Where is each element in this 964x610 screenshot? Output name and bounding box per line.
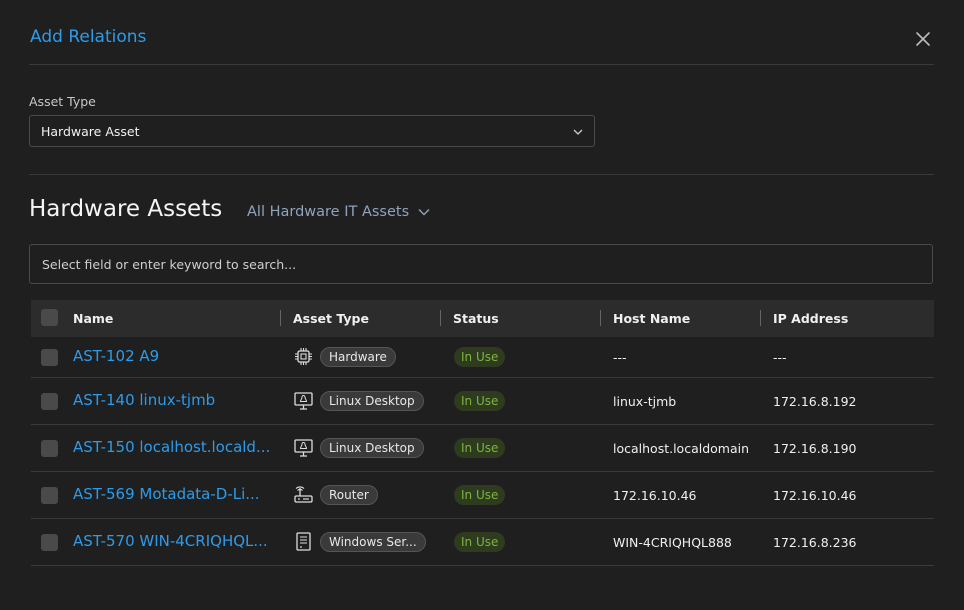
asset-type-cell: Windows Ser...: [293, 531, 426, 552]
ip-address-cell: ---: [773, 350, 787, 365]
row-checkbox[interactable]: [41, 534, 58, 551]
chevron-down-icon: [573, 129, 583, 135]
server-icon: [296, 532, 311, 551]
asset-type-chip: Router: [320, 484, 378, 505]
asset-name-link[interactable]: AST-102 A9: [73, 347, 159, 365]
ip-address-cell: 172.16.10.46: [773, 488, 857, 503]
row-checkbox[interactable]: [41, 487, 58, 504]
asset-type-label: Asset Type: [29, 94, 96, 109]
status-badge: In Use: [454, 347, 506, 367]
filter-label: All Hardware IT Assets: [247, 204, 410, 220]
column-separator[interactable]: [440, 310, 441, 326]
linux-desktop-icon: [294, 392, 313, 410]
asset-name-link[interactable]: AST-570 WIN-4CRIQHQL...: [73, 532, 268, 550]
close-icon[interactable]: [914, 30, 932, 48]
host-name-cell: ---: [613, 350, 627, 365]
table-row[interactable]: AST-569 Motadata-D-Li... Router In Use 1…: [31, 472, 934, 519]
table-header: Name Asset Type Status Host Name IP Addr…: [31, 300, 934, 337]
asset-type-chip: Hardware: [320, 346, 396, 367]
column-separator[interactable]: [600, 310, 601, 326]
search-box[interactable]: [29, 244, 933, 284]
ip-address-cell: 172.16.8.236: [773, 535, 857, 550]
asset-type-cell: Router: [293, 484, 378, 505]
section-title: Hardware Assets: [29, 196, 223, 222]
row-checkbox[interactable]: [41, 440, 58, 457]
column-separator[interactable]: [280, 310, 281, 326]
status-badge: In Use: [454, 438, 506, 458]
asset-type-cell: Linux Desktop: [293, 390, 424, 411]
header-ip-address[interactable]: IP Address: [773, 311, 848, 326]
table-row[interactable]: AST-570 WIN-4CRIQHQL... Windows Ser... I…: [31, 519, 934, 566]
asset-name-link[interactable]: AST-150 localhost.locald...: [73, 438, 270, 456]
host-name-cell: localhost.localdomain: [613, 441, 750, 456]
row-checkbox[interactable]: [41, 349, 58, 366]
select-all-checkbox[interactable]: [41, 309, 58, 326]
header-status[interactable]: Status: [453, 311, 499, 326]
router-icon: [294, 486, 313, 503]
asset-type-chip: Windows Ser...: [320, 531, 426, 552]
host-name-cell: linux-tjmb: [613, 394, 677, 409]
header-host-name[interactable]: Host Name: [613, 311, 690, 326]
header-asset-type[interactable]: Asset Type: [293, 311, 369, 326]
chip-icon: [295, 348, 312, 365]
table-row[interactable]: AST-150 localhost.locald... Linux Deskto…: [31, 425, 934, 472]
row-checkbox[interactable]: [41, 393, 58, 410]
asset-type-cell: Hardware: [293, 346, 396, 367]
chevron-down-icon: [418, 209, 430, 216]
asset-type-chip: Linux Desktop: [320, 437, 424, 458]
asset-type-chip: Linux Desktop: [320, 390, 424, 411]
host-name-cell: WIN-4CRIQHQL888: [613, 535, 732, 550]
modal-title: Add Relations: [30, 27, 147, 47]
asset-type-value: Hardware Asset: [41, 124, 140, 139]
status-badge: In Use: [454, 532, 506, 552]
asset-name-link[interactable]: AST-569 Motadata-D-Li...: [73, 485, 260, 503]
table-row[interactable]: AST-140 linux-tjmb Linux Desktop In Use …: [31, 378, 934, 425]
asset-type-select[interactable]: Hardware Asset: [29, 115, 595, 147]
modal-header: Add Relations: [29, 0, 934, 65]
asset-name-link[interactable]: AST-140 linux-tjmb: [73, 391, 215, 409]
status-badge: In Use: [454, 391, 506, 411]
divider: [29, 174, 934, 175]
linux-desktop-icon: [294, 439, 313, 457]
column-separator[interactable]: [760, 310, 761, 326]
asset-type-cell: Linux Desktop: [293, 437, 424, 458]
status-badge: In Use: [454, 485, 506, 505]
ip-address-cell: 172.16.8.192: [773, 394, 857, 409]
ip-address-cell: 172.16.8.190: [773, 441, 857, 456]
asset-filter-dropdown[interactable]: All Hardware IT Assets: [247, 204, 431, 220]
assets-table: Name Asset Type Status Host Name IP Addr…: [31, 300, 934, 566]
search-input[interactable]: [30, 245, 932, 283]
host-name-cell: 172.16.10.46: [613, 488, 697, 503]
header-name[interactable]: Name: [73, 311, 113, 326]
table-row[interactable]: AST-102 A9 Hardware In Use --- ---: [31, 337, 934, 378]
